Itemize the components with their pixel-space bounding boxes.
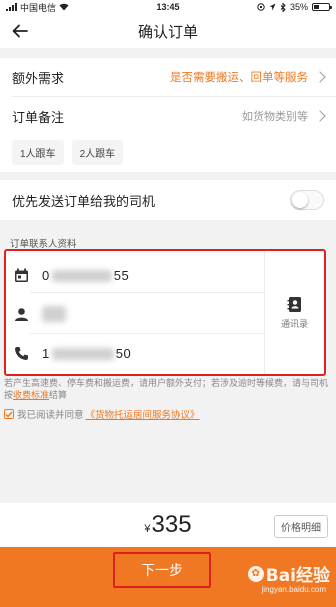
location-icon bbox=[269, 3, 276, 11]
contact-section-title: 订单联系人资料 bbox=[10, 239, 77, 250]
wifi-icon bbox=[59, 3, 69, 11]
agreement-link[interactable]: 《货物托运居间服务协议》 bbox=[86, 407, 200, 421]
person-icon bbox=[12, 305, 30, 323]
contact-date-row[interactable]: 0 55 bbox=[6, 259, 264, 291]
fee-note-tail: 结算 bbox=[49, 389, 68, 400]
masked-value bbox=[51, 270, 112, 283]
priority-driver-card: 优先发送订单给我的司机 bbox=[0, 180, 336, 220]
watermark-url: jingyan.baidu.com bbox=[261, 585, 326, 594]
address-book-button[interactable]: 通讯录 bbox=[264, 251, 324, 374]
nav-header: 确认订单 bbox=[0, 14, 336, 48]
tag-two-persons[interactable]: 2人跟车 bbox=[71, 139, 124, 165]
order-note-label: 订单备注 bbox=[12, 109, 65, 125]
contact-name-row[interactable] bbox=[6, 297, 264, 331]
note-tags: 1人跟车 2人跟车 bbox=[0, 135, 336, 169]
priority-driver-label: 优先发送订单给我的司机 bbox=[12, 193, 156, 209]
chevron-right-icon bbox=[314, 110, 326, 122]
toggle-knob bbox=[292, 192, 308, 208]
page-title: 确认订单 bbox=[137, 23, 198, 41]
divider bbox=[30, 292, 264, 293]
back-arrow-icon bbox=[12, 24, 28, 38]
address-book-label: 通讯录 bbox=[280, 318, 308, 329]
contact-phone-value: 1 50 bbox=[42, 345, 132, 361]
contact-info-box: 0 55 1 50 通讯录 bbox=[4, 249, 326, 376]
order-options-card: 额外需求 是否需要搬运、回单等服务 订单备注 如货物类别等 1人跟车 2人跟车 bbox=[0, 58, 336, 172]
next-step-bar: 下一步 ✿ Bai经验 jingyan.baidu.com bbox=[0, 547, 336, 607]
signal-icon bbox=[6, 3, 17, 11]
order-note-row[interactable]: 订单备注 如货物类别等 bbox=[0, 97, 336, 135]
order-note-placeholder: 如货物类别等 bbox=[242, 111, 308, 123]
price-amount: 335 bbox=[151, 511, 192, 538]
contacts-book-icon bbox=[287, 296, 301, 312]
contact-date-value: 0 55 bbox=[42, 267, 130, 283]
carrier-name: 中国电信 bbox=[20, 2, 57, 13]
orientation-lock-icon bbox=[257, 3, 265, 11]
agreement-row: 我已阅读并同意 《货物托运居间服务协议》 bbox=[4, 407, 200, 421]
fee-note: 若产生高速费、停车费和搬运费，请用户额外支付；若涉及逾时等候费，请与司机按收费标… bbox=[4, 378, 332, 401]
status-bar: 中国电信 13:45 35% bbox=[0, 0, 336, 14]
extra-needs-value: 是否需要搬运、回单等服务 bbox=[170, 72, 308, 84]
tag-one-person[interactable]: 1人跟车 bbox=[12, 139, 64, 165]
price-bar: ¥ 335 价格明细 bbox=[0, 503, 336, 547]
phone-icon bbox=[12, 344, 30, 362]
contact-name-value bbox=[42, 306, 66, 323]
fee-standard-link[interactable]: 收费标准 bbox=[13, 390, 49, 400]
agreement-text: 我已阅读并同意 bbox=[17, 410, 84, 421]
masked-value bbox=[42, 306, 66, 323]
paw-icon: ✿ bbox=[247, 565, 264, 582]
battery-icon bbox=[312, 3, 332, 11]
currency-symbol: ¥ bbox=[144, 523, 151, 535]
divider bbox=[30, 333, 264, 334]
baidu-jingyan-watermark: ✿ Bai经验 bbox=[247, 561, 330, 586]
bluetooth-icon bbox=[280, 2, 286, 12]
priority-driver-toggle[interactable] bbox=[290, 190, 324, 210]
next-step-button[interactable]: 下一步 bbox=[113, 552, 211, 588]
price-detail-button[interactable]: 价格明细 bbox=[274, 515, 328, 538]
extra-needs-row[interactable]: 额外需求 是否需要搬运、回单等服务 bbox=[0, 58, 336, 96]
chevron-right-icon bbox=[314, 71, 326, 83]
checkmark-icon bbox=[5, 411, 13, 418]
masked-value bbox=[51, 348, 114, 361]
priority-driver-row: 优先发送订单给我的司机 bbox=[0, 180, 336, 220]
battery-percent: 35% bbox=[289, 2, 308, 12]
agreement-checkbox[interactable] bbox=[4, 409, 14, 419]
calendar-icon bbox=[12, 266, 30, 284]
back-button[interactable] bbox=[8, 20, 32, 42]
contact-phone-row[interactable]: 1 50 bbox=[6, 337, 264, 369]
extra-needs-label: 额外需求 bbox=[12, 70, 65, 86]
